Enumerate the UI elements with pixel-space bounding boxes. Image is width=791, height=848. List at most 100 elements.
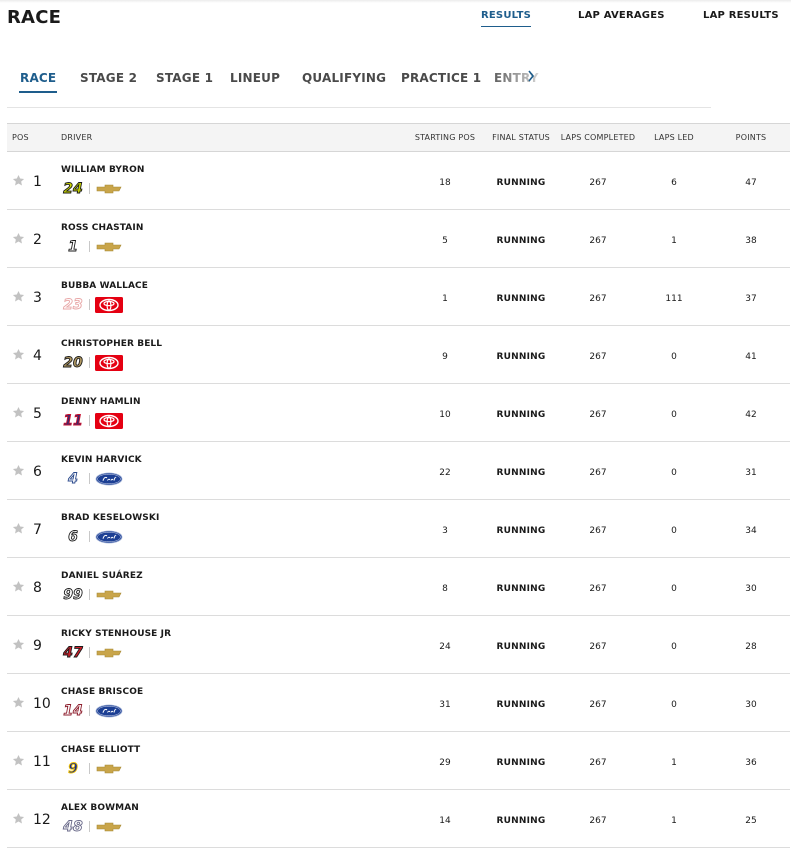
- tab-race-label: RACE: [20, 71, 57, 85]
- car-number: 23: [63, 297, 83, 314]
- ford-logo-icon: [95, 472, 123, 486]
- laps-led-cell: 6: [671, 178, 677, 188]
- header-pos[interactable]: POS: [12, 133, 29, 142]
- tab-lineup[interactable]: LINEUP: [230, 71, 280, 85]
- car-number: 4: [68, 471, 79, 488]
- finish-position: 8: [33, 580, 42, 596]
- tab-qualifying-label: QUALIFYING: [302, 71, 387, 85]
- final-status-cell: RUNNING: [496, 236, 546, 246]
- final-status-cell: RUNNING: [496, 816, 546, 826]
- manufacturer-logo: [95, 587, 123, 603]
- tab-practice-1[interactable]: PRACTICE 1: [401, 71, 481, 85]
- table-row: 1 WILLIAM BYRON 24 18 RUNNING 267 6 47: [7, 152, 790, 210]
- table-row: 7 BRAD KESELOWSKI 6 3 RUNNING 267 0 34: [7, 500, 790, 558]
- header-final-status[interactable]: FINAL STATUS: [492, 133, 550, 142]
- driver-name-link[interactable]: ROSS CHASTAIN: [61, 223, 143, 233]
- final-status-cell: RUNNING: [496, 352, 546, 362]
- final-status-cell: RUNNING: [496, 178, 546, 188]
- header-starting-pos[interactable]: STARTING POS: [415, 133, 475, 142]
- final-status-cell: RUNNING: [496, 294, 546, 304]
- tab-stage-1[interactable]: STAGE 1: [156, 71, 213, 85]
- tab-stage-2[interactable]: STAGE 2: [80, 71, 137, 85]
- divider: [89, 763, 90, 774]
- tab-lap-averages[interactable]: LAP AVERAGES: [578, 10, 665, 21]
- favorite-star-icon[interactable]: [12, 232, 25, 245]
- scroll-right-icon[interactable]: [527, 70, 535, 85]
- favorite-star-icon[interactable]: [12, 754, 25, 767]
- points-cell: 31: [745, 468, 757, 478]
- finish-position: 3: [33, 290, 42, 306]
- tab-qualifying[interactable]: QUALIFYING: [302, 71, 386, 85]
- manufacturer-logo: [95, 413, 123, 429]
- header-laps-led[interactable]: LAPS LED: [654, 133, 694, 142]
- tab-lap-results[interactable]: LAP RESULTS: [703, 10, 779, 21]
- laps-completed-cell: 267: [589, 526, 607, 536]
- points-cell: 37: [745, 294, 757, 304]
- finish-position: 7: [33, 522, 42, 538]
- favorite-star-icon[interactable]: [12, 406, 25, 419]
- favorite-star-icon[interactable]: [12, 174, 25, 187]
- driver-name-link[interactable]: BRAD KESELOWSKI: [61, 513, 159, 523]
- toyota-logo-icon: [95, 297, 123, 313]
- manufacturer-logo: [95, 355, 123, 371]
- table-row: 8 DANIEL SUÁREZ 99 8 RUNNING 267 0 30: [7, 558, 790, 616]
- favorite-star-icon[interactable]: [12, 812, 25, 825]
- laps-completed-cell: 267: [589, 178, 607, 188]
- header-laps-completed[interactable]: LAPS COMPLETED: [561, 133, 636, 142]
- driver-name-link[interactable]: ALEX BOWMAN: [61, 803, 139, 813]
- manufacturer-logo: [95, 761, 123, 777]
- driver-name-link[interactable]: RICKY STENHOUSE JR: [61, 629, 171, 639]
- starting-pos-cell: 5: [442, 236, 448, 246]
- tab-practice-1-label: PRACTICE 1: [401, 71, 482, 85]
- laps-completed-cell: 267: [589, 236, 607, 246]
- laps-led-cell: 111: [665, 294, 683, 304]
- divider: [89, 473, 90, 484]
- manufacturer-logo: [95, 703, 123, 719]
- session-tabs: RACE STAGE 2 STAGE 1 LINEUP QUALIFYING P…: [7, 56, 711, 108]
- finish-position: 1: [33, 174, 42, 190]
- driver-name-link[interactable]: WILLIAM BYRON: [61, 165, 144, 175]
- favorite-star-icon[interactable]: [12, 580, 25, 593]
- favorite-star-icon[interactable]: [12, 464, 25, 477]
- manufacturer-logo: [95, 181, 123, 197]
- car-number: 14: [63, 703, 83, 720]
- laps-completed-cell: 267: [589, 700, 607, 710]
- tab-stage-2-label: STAGE 2: [80, 71, 138, 85]
- favorite-star-icon[interactable]: [12, 696, 25, 709]
- starting-pos-cell: 29: [439, 758, 451, 768]
- driver-name-link[interactable]: CHASE BRISCOE: [61, 687, 143, 697]
- tab-results[interactable]: RESULTS: [481, 10, 531, 27]
- header-points[interactable]: POINTS: [736, 133, 767, 142]
- car-number: 24: [63, 181, 83, 198]
- manufacturer-logo: [95, 239, 123, 255]
- driver-name-link[interactable]: BUBBA WALLACE: [61, 281, 148, 291]
- driver-name-link[interactable]: CHASE ELLIOTT: [61, 745, 140, 755]
- tab-stage-1-label: STAGE 1: [156, 71, 214, 85]
- table-row: 9 RICKY STENHOUSE JR 47 24 RUNNING 267 0…: [7, 616, 790, 674]
- starting-pos-cell: 24: [439, 642, 451, 652]
- table-row: 6 KEVIN HARVICK 4 22 RUNNING 267 0 31: [7, 442, 790, 500]
- car-number: 9: [68, 761, 79, 778]
- favorite-star-icon[interactable]: [12, 638, 25, 651]
- driver-name-link[interactable]: DANIEL SUÁREZ: [61, 571, 143, 581]
- divider: [89, 589, 90, 600]
- laps-led-cell: 1: [671, 758, 677, 768]
- ford-logo-icon: [95, 704, 123, 718]
- driver-name-link[interactable]: KEVIN HARVICK: [61, 455, 142, 465]
- laps-completed-cell: 267: [589, 352, 607, 362]
- header-driver[interactable]: DRIVER: [61, 133, 92, 142]
- tab-race[interactable]: RACE: [19, 71, 58, 93]
- car-number: 48: [63, 819, 83, 836]
- page-header: RACE RESULTS LAP AVERAGES LAP RESULTS: [0, 0, 791, 40]
- points-cell: 38: [745, 236, 757, 246]
- car-number: 99: [63, 587, 83, 604]
- table-header: POS DRIVER STARTING POS FINAL STATUS LAP…: [7, 123, 790, 152]
- driver-name-link[interactable]: CHRISTOPHER BELL: [61, 339, 162, 349]
- laps-completed-cell: 267: [589, 468, 607, 478]
- tab-lineup-label: LINEUP: [230, 71, 281, 85]
- favorite-star-icon[interactable]: [12, 290, 25, 303]
- favorite-star-icon[interactable]: [12, 348, 25, 361]
- driver-name-link[interactable]: DENNY HAMLIN: [61, 397, 141, 407]
- manufacturer-logo: [95, 529, 123, 545]
- favorite-star-icon[interactable]: [12, 522, 25, 535]
